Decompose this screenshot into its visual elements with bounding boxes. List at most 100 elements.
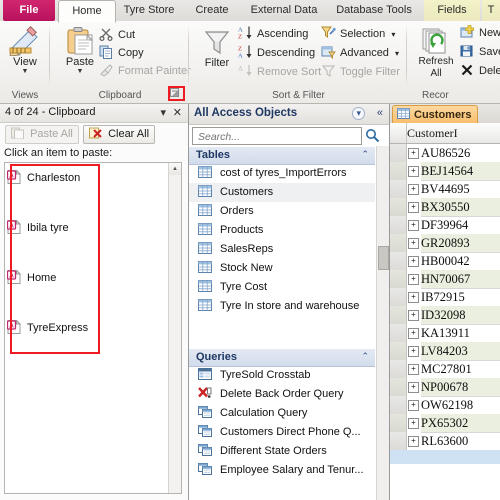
expand-row-icon[interactable]: + <box>408 256 419 267</box>
row-selector[interactable] <box>390 324 407 343</box>
expand-row-icon[interactable]: + <box>408 202 419 213</box>
selection-button[interactable]: Selection ▾ <box>321 25 395 42</box>
table-row[interactable]: + AU86526 <box>390 144 500 163</box>
table-row[interactable]: + BEJ14564 <box>390 162 500 181</box>
tab-table[interactable]: T <box>482 0 500 21</box>
row-selector[interactable] <box>390 378 407 397</box>
new-record-button[interactable]: New <box>460 24 500 42</box>
document-tab-customers[interactable]: Customers <box>392 105 479 124</box>
advanced-button[interactable]: Advanced ▾ <box>321 44 399 61</box>
nav-item-different-state-orders[interactable]: Different State Orders <box>189 442 375 461</box>
scroll-up-arrow-icon[interactable]: ▲ <box>169 163 181 175</box>
clipboard-list-scrollbar[interactable]: ▲ <box>168 163 181 493</box>
nav-item-tyre-cost[interactable]: Tyre Cost <box>189 278 375 297</box>
nav-item-orders[interactable]: Orders <box>189 202 375 221</box>
nav-item-customers-direct-phone-query[interactable]: Customers Direct Phone Q... <box>189 423 375 442</box>
select-all-corner[interactable] <box>390 123 407 143</box>
nav-item-salesreps[interactable]: SalesReps <box>189 240 375 259</box>
clipboard-pane-dropdown-icon[interactable]: ▾ <box>160 106 166 119</box>
navigation-pane-dropdown-icon[interactable]: ▾ <box>352 107 365 120</box>
clear-all-button[interactable]: Clear All <box>83 125 156 144</box>
paste-button[interactable]: Paste ▼ <box>58 26 102 75</box>
nav-item-products[interactable]: Products <box>189 221 375 240</box>
cell-customerid[interactable]: OW62198 <box>421 396 500 415</box>
filter-button[interactable]: Filter <box>195 27 239 69</box>
cell-customerid[interactable]: MC27801 <box>421 360 500 379</box>
expand-row-icon[interactable]: + <box>408 238 419 249</box>
nav-item-calculation-query[interactable]: Calculation Query <box>189 404 375 423</box>
selection-dropdown-arrow[interactable]: ▾ <box>391 30 395 39</box>
expand-row-icon[interactable]: + <box>408 328 419 339</box>
toggle-filter-button[interactable]: Toggle Filter <box>321 63 400 80</box>
search-box[interactable] <box>192 127 362 145</box>
nav-group-header-queries[interactable]: Queries ⌃ <box>189 348 375 367</box>
remove-sort-button[interactable]: A Remove Sort <box>238 63 321 80</box>
paste-all-button[interactable]: Paste All <box>5 125 79 144</box>
expand-row-icon[interactable]: + <box>408 400 419 411</box>
expand-row-icon[interactable]: + <box>408 310 419 321</box>
row-selector[interactable] <box>390 432 407 451</box>
table-row[interactable]: + BV44695 <box>390 180 500 199</box>
row-selector[interactable] <box>390 288 407 307</box>
nav-item-employee-salary-and-tenure[interactable]: Employee Salary and Tenur... <box>189 461 375 480</box>
copy-button[interactable]: Copy <box>99 45 144 62</box>
cell-customerid[interactable]: NP00678 <box>421 378 500 397</box>
table-row[interactable]: + GR20893 <box>390 234 500 253</box>
cell-customerid[interactable]: HB00042 <box>421 252 500 271</box>
row-selector[interactable] <box>390 252 407 271</box>
nav-item-tyresold-crosstab[interactable]: TyreSold Crosstab <box>189 366 375 385</box>
ascending-button[interactable]: A Z Ascending <box>238 25 308 42</box>
view-button[interactable]: View ▼ <box>3 26 47 75</box>
search-icon[interactable] <box>365 128 380 146</box>
nav-group-collapse-icon[interactable]: ⌃ <box>361 351 369 362</box>
cell-customerid[interactable]: KA13911 <box>421 324 500 343</box>
cell-customerid[interactable]: IB72915 <box>421 288 500 307</box>
cell-customerid[interactable]: RL63600 <box>421 432 500 451</box>
nav-group-collapse-icon[interactable]: ⌃ <box>361 149 369 160</box>
cell-customerid[interactable]: LV84203 <box>421 342 500 361</box>
cell-customerid[interactable]: GR20893 <box>421 234 500 253</box>
cell-customerid[interactable]: BX30550 <box>421 198 500 217</box>
advanced-dropdown-arrow[interactable]: ▾ <box>395 49 399 58</box>
nav-item-cost-of-tyres-importerrors[interactable]: cost of tyres_ImportErrors <box>189 164 375 183</box>
table-row[interactable]: + NP00678 <box>390 378 500 397</box>
row-selector[interactable] <box>390 180 407 199</box>
refresh-all-button[interactable]: Refresh All <box>414 26 458 80</box>
navigation-pane-collapse-icon[interactable]: « <box>377 107 383 119</box>
scrollbar-thumb[interactable] <box>378 246 389 270</box>
cell-customerid[interactable]: ID32098 <box>421 306 500 325</box>
table-row[interactable]: + HB00042 <box>390 252 500 271</box>
expand-row-icon[interactable]: + <box>408 292 419 303</box>
expand-row-icon[interactable]: + <box>408 148 419 159</box>
table-row[interactable]: + KA13911 <box>390 324 500 343</box>
row-selector[interactable] <box>390 396 407 415</box>
expand-row-icon[interactable]: + <box>408 418 419 429</box>
search-input[interactable] <box>196 129 360 145</box>
row-selector[interactable] <box>390 216 407 235</box>
cell-customerid[interactable]: BV44695 <box>421 180 500 199</box>
expand-row-icon[interactable]: + <box>408 436 419 447</box>
expand-row-icon[interactable]: + <box>408 220 419 231</box>
row-selector[interactable] <box>390 342 407 361</box>
cell-customerid[interactable]: AU86526 <box>421 144 500 163</box>
expand-row-icon[interactable]: + <box>408 184 419 195</box>
tab-external-data[interactable]: External Data <box>242 0 326 21</box>
tab-fields[interactable]: Fields <box>424 0 480 21</box>
expand-row-icon[interactable]: + <box>408 274 419 285</box>
nav-item-delete-back-order-query[interactable]: Delete Back Order Query <box>189 385 375 404</box>
nav-item-customers[interactable]: Customers <box>189 183 375 202</box>
table-row[interactable]: + BX30550 <box>390 198 500 217</box>
row-selector[interactable] <box>390 360 407 379</box>
paste-dropdown-arrow[interactable]: ▼ <box>58 68 102 75</box>
nav-item-tyre-in-store-and-warehouse[interactable]: Tyre In store and warehouse <box>189 297 375 316</box>
cell-customerid[interactable]: HN70067 <box>421 270 500 289</box>
tab-database-tools[interactable]: Database Tools <box>328 0 420 21</box>
row-selector[interactable] <box>390 306 407 325</box>
table-row[interactable]: + OW62198 <box>390 396 500 415</box>
format-painter-button[interactable]: Format Painter <box>99 63 191 80</box>
delete-record-button[interactable]: Delete <box>460 63 500 80</box>
descending-button[interactable]: Z A Descending <box>238 44 315 61</box>
navigation-pane-scrollbar[interactable] <box>376 146 389 500</box>
row-selector[interactable] <box>390 144 407 163</box>
cut-button[interactable]: Cut <box>99 27 135 44</box>
